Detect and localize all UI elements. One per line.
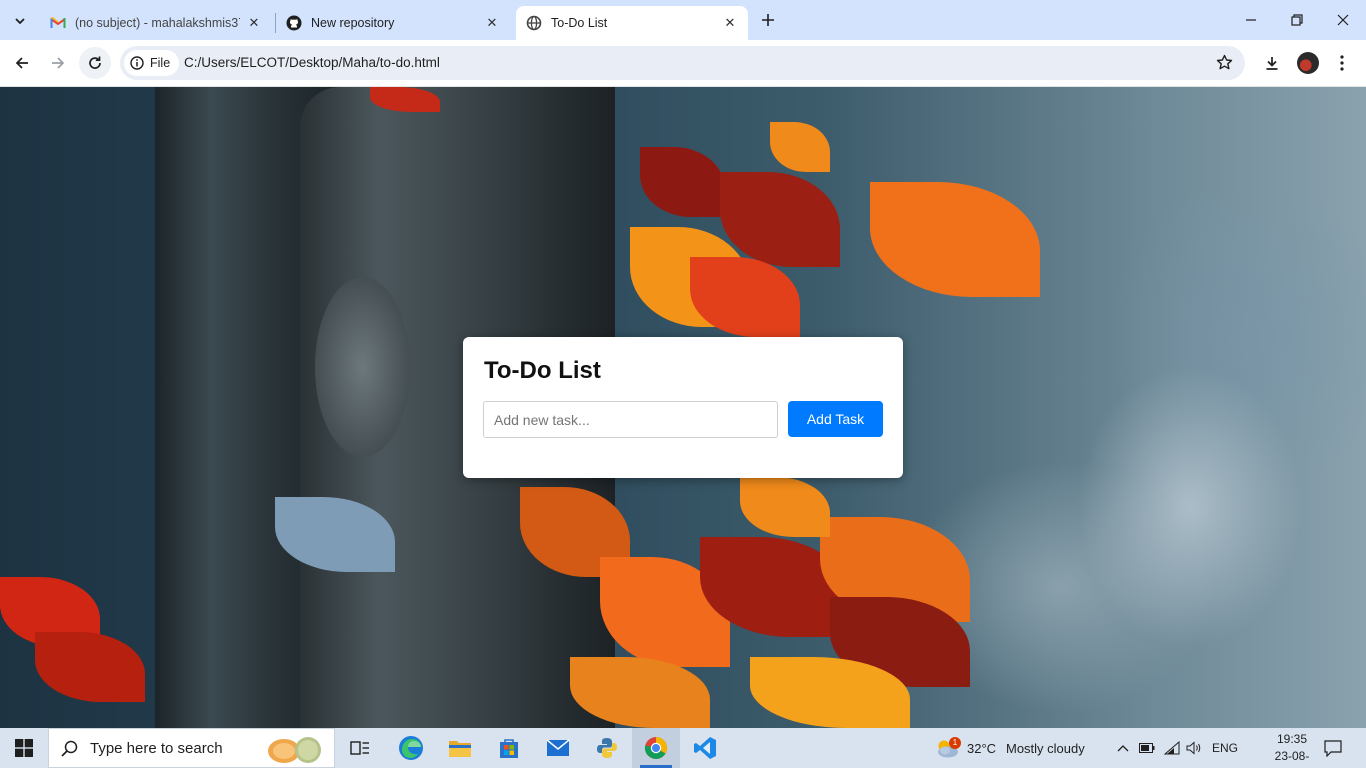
minimize-button[interactable] (1228, 0, 1274, 40)
restore-icon (1291, 14, 1303, 26)
tab-gmail[interactable]: (no subject) - mahalakshmis370 ✕ (40, 6, 272, 40)
address-bar[interactable]: File C:/Users/ELCOT/Desktop/Maha/to-do.h… (120, 46, 1245, 80)
tab-todo[interactable]: To-Do List ✕ (516, 6, 748, 40)
windows-logo-icon (15, 739, 33, 757)
battery-status[interactable] (1137, 728, 1157, 768)
todo-card: To-Do List Add Task (463, 337, 903, 478)
github-icon (286, 15, 302, 31)
leaf (770, 122, 830, 172)
tab-search-button[interactable] (6, 7, 34, 35)
chrome-icon (644, 737, 667, 759)
close-window-button[interactable] (1320, 0, 1366, 40)
page-title: To-Do List (484, 357, 601, 384)
task-view-button[interactable] (339, 728, 381, 768)
back-button[interactable] (7, 48, 37, 78)
menu-button[interactable] (1327, 48, 1357, 78)
minimize-icon (1246, 19, 1256, 21)
input-language[interactable]: ENG (1212, 728, 1238, 768)
leaf (720, 172, 840, 267)
info-icon (130, 56, 144, 70)
browser-toolbar: File C:/Users/ELCOT/Desktop/Maha/to-do.h… (0, 40, 1366, 87)
taskbar-edge[interactable] (389, 728, 433, 768)
leaf (740, 477, 830, 537)
weather-badge: 1 (949, 737, 961, 749)
tab-title: (no subject) - mahalakshmis370 (75, 16, 240, 30)
downloads-button[interactable] (1257, 48, 1287, 78)
taskbar-store[interactable] (487, 728, 531, 768)
gmail-icon (50, 15, 66, 31)
taskbar-python[interactable] (585, 728, 629, 768)
leaf (870, 182, 1040, 297)
chevron-up-icon (1117, 745, 1129, 752)
taskbar-chrome[interactable] (632, 728, 680, 768)
close-icon[interactable]: ✕ (246, 15, 262, 31)
site-info-label: File (150, 56, 171, 70)
clock[interactable]: 19:35 23-08-2024 (1262, 731, 1322, 768)
store-icon (500, 739, 518, 758)
page-background: To-Do List Add Task (0, 87, 1366, 728)
leaf (35, 632, 145, 702)
wifi-icon (1164, 741, 1180, 755)
battery-icon (1139, 743, 1155, 753)
profile-avatar[interactable] (1297, 52, 1319, 74)
forward-button[interactable] (43, 48, 73, 78)
chevron-down-icon (15, 18, 25, 25)
task-view-icon (350, 741, 369, 755)
url-text[interactable]: C:/Users/ELCOT/Desktop/Maha/to-do.html (184, 55, 440, 70)
search-placeholder: Type here to search (90, 739, 223, 757)
mail-icon (546, 739, 570, 756)
tab-strip: (no subject) - mahalakshmis370 ✕ New rep… (0, 0, 1366, 40)
add-task-button[interactable]: Add Task (788, 401, 883, 437)
close-icon (1337, 14, 1349, 26)
weather-temperature[interactable]: 32°C (967, 728, 996, 768)
new-tab-button[interactable] (756, 8, 780, 32)
close-icon[interactable]: ✕ (484, 15, 500, 31)
reload-icon (89, 56, 101, 69)
globe-icon (526, 15, 542, 31)
more-vertical-icon (1340, 55, 1344, 71)
volume-control[interactable] (1184, 728, 1204, 768)
download-icon (1266, 57, 1278, 70)
clock-date: 23-08-2024 (1274, 749, 1310, 768)
plus-icon (762, 14, 774, 26)
site-info-chip[interactable]: File (124, 50, 180, 76)
tab-github[interactable]: New repository ✕ (276, 6, 510, 40)
taskbar-vscode[interactable] (683, 728, 727, 768)
weather-condition[interactable]: Mostly cloudy (1006, 728, 1085, 768)
taskbar-mail[interactable] (536, 728, 580, 768)
folder-icon (449, 741, 471, 757)
tab-title: New repository (311, 16, 395, 30)
arrow-right-icon (52, 57, 65, 69)
show-hidden-icons[interactable] (1113, 728, 1133, 768)
notification-icon (1324, 739, 1342, 757)
task-input[interactable] (483, 401, 778, 438)
leaf (640, 147, 725, 217)
melon-illustration-icon (268, 737, 321, 763)
tab-title: To-Do List (551, 16, 608, 30)
clock-time: 19:35 (1276, 732, 1308, 746)
vscode-icon (694, 737, 716, 759)
restore-button[interactable] (1274, 0, 1320, 40)
arrow-left-icon (15, 57, 28, 69)
tree-knot (315, 277, 410, 457)
search-icon (61, 740, 78, 757)
taskbar-file-explorer[interactable] (438, 728, 482, 768)
reload-button[interactable] (79, 47, 111, 79)
network-status[interactable] (1161, 728, 1183, 768)
close-icon[interactable]: ✕ (722, 15, 738, 31)
start-button[interactable] (0, 728, 48, 768)
notifications-button[interactable] (1318, 728, 1348, 768)
python-icon (597, 738, 617, 758)
bookmark-star-icon[interactable] (1216, 54, 1233, 76)
edge-icon (399, 736, 423, 760)
speaker-icon (1186, 741, 1201, 755)
taskbar: Type here to search 1 32°C Mostly cloudy (0, 728, 1366, 768)
taskbar-search[interactable]: Type here to search (48, 728, 335, 768)
